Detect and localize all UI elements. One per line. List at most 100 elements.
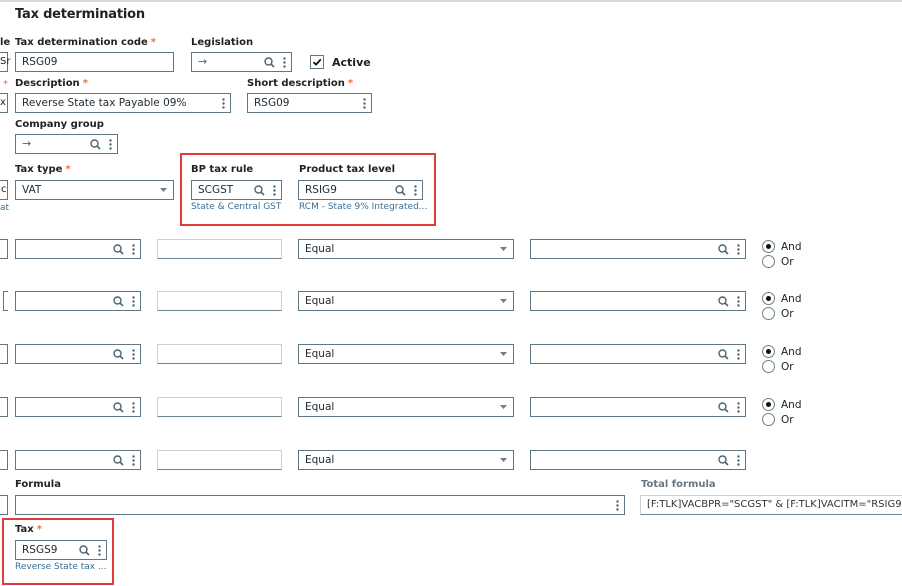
more-vertical-icon[interactable]: [109, 135, 112, 153]
condition-logic-radio-group: And Or: [762, 239, 802, 269]
short-description-input[interactable]: RSG09: [247, 93, 372, 113]
condition-field-input[interactable]: [15, 397, 141, 417]
more-vertical-icon[interactable]: [273, 181, 276, 199]
search-icon[interactable]: [79, 541, 90, 559]
search-icon[interactable]: [254, 181, 265, 199]
arrow-right-icon: →: [22, 137, 32, 150]
condition-compare-input[interactable]: [530, 239, 746, 259]
condition-value-input[interactable]: [157, 239, 282, 259]
more-vertical-icon[interactable]: [98, 541, 101, 559]
search-icon[interactable]: [113, 451, 124, 469]
clipped-field[interactable]: [3, 291, 8, 311]
condition-value-input[interactable]: [157, 450, 282, 470]
more-vertical-icon[interactable]: [414, 181, 417, 199]
search-icon[interactable]: [113, 240, 124, 258]
check-icon: [312, 58, 322, 66]
condition-compare-input[interactable]: [530, 344, 746, 364]
condition-compare-input[interactable]: [530, 450, 746, 470]
legislation-label: Legislation: [191, 37, 254, 48]
logic-option-and[interactable]: And: [762, 344, 802, 359]
radio-button[interactable]: [762, 360, 775, 373]
more-vertical-icon[interactable]: [132, 398, 135, 416]
search-icon[interactable]: [113, 398, 124, 416]
more-vertical-icon[interactable]: [132, 345, 135, 363]
tax-type-select[interactable]: VAT: [15, 180, 174, 200]
legislation-input[interactable]: →: [191, 52, 292, 72]
condition-operator-select[interactable]: Equal: [298, 397, 514, 417]
more-vertical-icon[interactable]: [737, 451, 740, 469]
condition-field-input[interactable]: [15, 239, 141, 259]
description-input[interactable]: Reverse State tax Payable 09%: [15, 93, 231, 113]
search-icon[interactable]: [90, 135, 101, 153]
condition-operator-select[interactable]: Equal: [298, 239, 514, 259]
product-tax-level-input[interactable]: RSIG9: [298, 180, 423, 200]
chevron-down-icon: [500, 398, 507, 416]
radio-button[interactable]: [762, 292, 775, 305]
condition-operator-select[interactable]: Equal: [298, 344, 514, 364]
active-checkbox[interactable]: [310, 55, 324, 69]
radio-button[interactable]: [762, 398, 775, 411]
logic-option-or[interactable]: Or: [762, 254, 802, 269]
product-tax-level-link[interactable]: RCM - State 9% Integrated...: [299, 202, 427, 212]
clipped-field[interactable]: [0, 239, 8, 259]
condition-compare-input[interactable]: [530, 291, 746, 311]
search-icon[interactable]: [718, 292, 729, 310]
condition-operator-select[interactable]: Equal: [298, 291, 514, 311]
condition-operator-select[interactable]: Equal: [298, 450, 514, 470]
clipped-field[interactable]: Sr: [0, 52, 10, 72]
more-vertical-icon[interactable]: [363, 94, 366, 112]
search-icon[interactable]: [718, 240, 729, 258]
condition-field-input[interactable]: [15, 344, 141, 364]
logic-option-or[interactable]: Or: [762, 306, 802, 321]
tax-input[interactable]: RSGS9: [15, 540, 107, 560]
logic-option-and[interactable]: And: [762, 291, 802, 306]
condition-value-input[interactable]: [157, 344, 282, 364]
radio-button[interactable]: [762, 307, 775, 320]
company-group-input[interactable]: →: [15, 134, 118, 154]
condition-field-input[interactable]: [15, 291, 141, 311]
formula-input[interactable]: [15, 495, 625, 515]
more-vertical-icon[interactable]: [737, 345, 740, 363]
condition-value-input[interactable]: [157, 397, 282, 417]
search-icon[interactable]: [395, 181, 406, 199]
more-vertical-icon[interactable]: [737, 240, 740, 258]
radio-button[interactable]: [762, 240, 775, 253]
search-icon[interactable]: [113, 292, 124, 310]
condition-value-input[interactable]: [157, 291, 282, 311]
logic-option-or[interactable]: Or: [762, 359, 802, 374]
bp-tax-rule-input[interactable]: SCGST: [191, 180, 282, 200]
search-icon[interactable]: [113, 345, 124, 363]
search-icon[interactable]: [718, 451, 729, 469]
more-vertical-icon[interactable]: [737, 292, 740, 310]
search-icon[interactable]: [718, 345, 729, 363]
clipped-field[interactable]: [0, 344, 8, 364]
more-vertical-icon[interactable]: [737, 398, 740, 416]
tax-link[interactable]: Reverse State tax ...: [15, 562, 107, 572]
radio-button[interactable]: [762, 413, 775, 426]
radio-button[interactable]: [762, 345, 775, 358]
more-vertical-icon[interactable]: [132, 240, 135, 258]
clipped-field[interactable]: x: [0, 93, 8, 113]
logic-option-and[interactable]: And: [762, 397, 802, 412]
more-vertical-icon[interactable]: [132, 451, 135, 469]
tax-determination-code-input[interactable]: RSG09: [15, 52, 174, 72]
radio-button[interactable]: [762, 255, 775, 268]
more-vertical-icon[interactable]: [616, 496, 619, 514]
more-vertical-icon[interactable]: [283, 53, 286, 71]
clipped-field[interactable]: [0, 397, 8, 417]
condition-compare-input[interactable]: [530, 397, 746, 417]
more-vertical-icon[interactable]: [132, 292, 135, 310]
condition-field-input[interactable]: [15, 450, 141, 470]
more-vertical-icon[interactable]: [222, 94, 225, 112]
clipped-field[interactable]: c: [0, 180, 8, 200]
clipped-link[interactable]: at: [0, 203, 9, 213]
total-formula-label: Total formula: [641, 479, 716, 490]
logic-option-and[interactable]: And: [762, 239, 802, 254]
radio-label: And: [781, 398, 802, 411]
logic-option-or[interactable]: Or: [762, 412, 802, 427]
bp-tax-rule-link[interactable]: State & Central GST: [191, 202, 281, 212]
clipped-field[interactable]: [0, 450, 8, 470]
search-icon[interactable]: [264, 53, 275, 71]
clipped-field[interactable]: [0, 495, 8, 515]
search-icon[interactable]: [718, 398, 729, 416]
